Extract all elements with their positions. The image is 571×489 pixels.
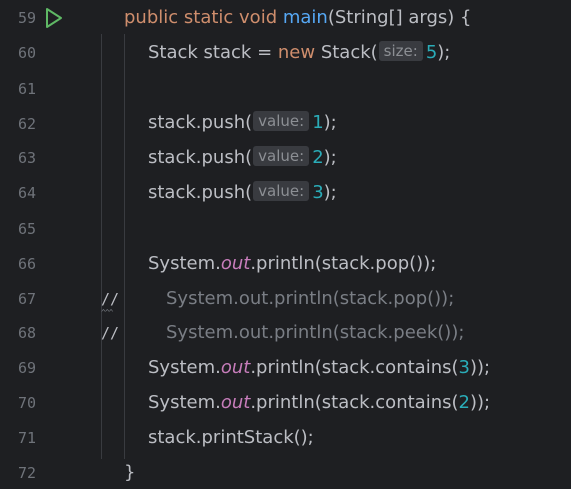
static-field: out bbox=[220, 392, 251, 413]
line-number: 65 bbox=[17, 220, 36, 238]
line-number: 68 bbox=[17, 324, 36, 342]
line-number: 66 bbox=[17, 255, 36, 273]
code-text: System. bbox=[148, 392, 221, 413]
code-text: )); bbox=[469, 357, 491, 378]
line-number: 60 bbox=[17, 44, 36, 62]
code-text: ); bbox=[437, 42, 451, 63]
line-number: 59 bbox=[17, 9, 36, 27]
code-line-67[interactable]: System.out.println(stack.pop()); bbox=[166, 286, 454, 312]
run-icon[interactable] bbox=[44, 7, 64, 29]
code-text: )); bbox=[469, 392, 491, 413]
code-text: ); bbox=[323, 112, 337, 133]
code-text: stack.push( bbox=[148, 147, 253, 168]
parameter-hint: value: bbox=[253, 181, 310, 201]
parameter-hint: value: bbox=[253, 146, 310, 166]
code-line-59[interactable]: public static void main(String[] args) { bbox=[124, 5, 471, 31]
code-line-71[interactable]: stack.printStack(); bbox=[148, 425, 314, 451]
code-line-63[interactable]: stack.push(value: 2); bbox=[148, 145, 337, 171]
code-text: } bbox=[124, 462, 136, 483]
static-field: out bbox=[220, 253, 251, 274]
number-literal: 1 bbox=[312, 112, 324, 133]
code-line-66[interactable]: System.out.println(stack.pop()); bbox=[148, 251, 436, 277]
line-number: 64 bbox=[17, 184, 36, 202]
code-line-69[interactable]: System.out.println(stack.contains(3)); bbox=[148, 355, 490, 381]
static-field: out bbox=[220, 357, 251, 378]
number-literal: 5 bbox=[425, 42, 438, 63]
line-number: 63 bbox=[17, 149, 36, 167]
number-literal: 3 bbox=[312, 182, 324, 203]
number-literal: 2 bbox=[458, 392, 470, 413]
code-text: ); bbox=[323, 147, 337, 168]
indent-guide bbox=[124, 34, 125, 459]
code-editor[interactable]: 59 60 61 62 63 64 65 66 67 68 69 70 71 7… bbox=[0, 0, 571, 489]
line-number: 71 bbox=[17, 429, 36, 447]
number-literal: 2 bbox=[312, 147, 324, 168]
comment-text: System.out.println(stack.pop()); bbox=[166, 288, 455, 309]
code-text: stack.printStack(); bbox=[148, 427, 314, 448]
code-text: ); bbox=[323, 182, 337, 203]
parameter-hint: size: bbox=[378, 41, 423, 61]
code-text: .println(stack.contains( bbox=[250, 357, 459, 378]
code-text: Stack stack = bbox=[148, 42, 278, 63]
code-text: System. bbox=[148, 357, 221, 378]
line-number: 67 bbox=[17, 290, 36, 308]
code-text: .println(stack.pop()); bbox=[250, 253, 437, 274]
code-line-62[interactable]: stack.push(value: 1); bbox=[148, 110, 337, 136]
number-literal: 3 bbox=[458, 357, 470, 378]
comment-text: System.out.println(stack.peek()); bbox=[166, 322, 465, 343]
line-number: 62 bbox=[17, 115, 36, 133]
line-number: 72 bbox=[17, 464, 36, 482]
line-number: 70 bbox=[17, 394, 36, 412]
code-line-60[interactable]: Stack stack = new Stack(size: 5); bbox=[148, 40, 450, 66]
gutter: 59 60 61 62 63 64 65 66 67 68 69 70 71 7… bbox=[0, 0, 96, 489]
code-text: Stack( bbox=[315, 42, 378, 63]
method-name: main bbox=[282, 7, 328, 28]
code-text: .println(stack.contains( bbox=[250, 392, 459, 413]
line-number: 61 bbox=[17, 80, 36, 98]
code-text: (String[] args) { bbox=[327, 7, 472, 28]
indent-guide bbox=[101, 34, 102, 459]
parameter-hint: value: bbox=[253, 111, 310, 131]
code-line-64[interactable]: stack.push(value: 3); bbox=[148, 180, 337, 206]
code-line-68[interactable]: System.out.println(stack.peek()); bbox=[166, 320, 464, 346]
code-line-70[interactable]: System.out.println(stack.contains(2)); bbox=[148, 390, 490, 416]
keyword: public static void bbox=[124, 7, 283, 28]
warning-squiggle: ^^^ bbox=[101, 308, 113, 317]
comment-marker: // bbox=[101, 324, 120, 342]
code-line-72[interactable]: } bbox=[124, 460, 135, 486]
code-text: stack.push( bbox=[148, 112, 253, 133]
code-text: stack.push( bbox=[148, 182, 253, 203]
keyword: new bbox=[277, 42, 316, 63]
code-text: System. bbox=[148, 253, 221, 274]
line-number: 69 bbox=[17, 359, 36, 377]
comment-marker: // bbox=[101, 290, 120, 308]
